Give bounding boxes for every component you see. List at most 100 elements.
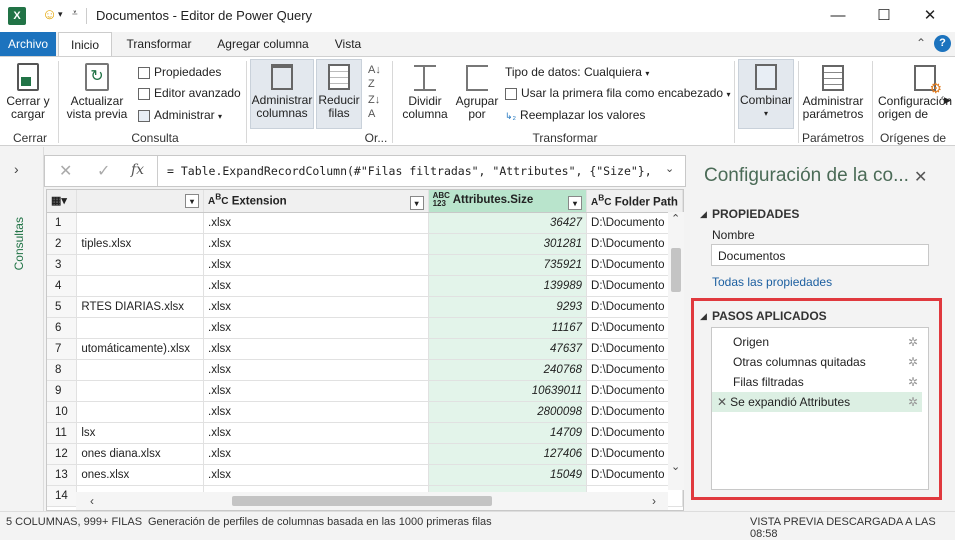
- all-properties-link[interactable]: Todas las propiedades: [712, 275, 832, 289]
- row-number[interactable]: 3: [47, 254, 78, 276]
- expand-queries-icon[interactable]: ›: [14, 161, 19, 177]
- vertical-scrollbar[interactable]: ⌃ ⌄: [668, 212, 684, 490]
- sort-desc-icon[interactable]: Z↓ A: [368, 93, 380, 121]
- cell-name[interactable]: [76, 275, 205, 297]
- status-profiling[interactable]: Generación de perfiles de columnas basad…: [148, 516, 492, 528]
- cell-extension[interactable]: .xlsx: [203, 359, 429, 381]
- cell-attributes-size[interactable]: 9293: [428, 296, 588, 318]
- table-row[interactable]: 5 RTES DIARIAS.xlsx .xlsx 9293 D:\Documento: [47, 296, 683, 318]
- cell-extension[interactable]: .xlsx: [203, 233, 429, 255]
- refresh-preview-button[interactable]: ↻ Actualizar vista previa: [62, 61, 132, 127]
- commit-formula-icon[interactable]: ✓: [97, 161, 110, 181]
- column-header-name[interactable]: ▾: [76, 190, 205, 213]
- column-header-attributes-size[interactable]: ABC 123 Attributes.Size ▾: [428, 190, 588, 213]
- cell-name[interactable]: [76, 401, 205, 423]
- column-header-folder-path[interactable]: ABC Folder Path: [586, 190, 683, 213]
- data-type-dropdown[interactable]: Tipo de datos: Cualquiera ▾: [505, 65, 649, 81]
- cell-extension[interactable]: .xlsx: [203, 317, 429, 339]
- cell-attributes-size[interactable]: 36427: [428, 212, 588, 234]
- row-number[interactable]: 8: [47, 359, 78, 381]
- close-window-button[interactable]: ✕: [907, 0, 953, 32]
- table-row[interactable]: 4 .xlsx 139989 D:\Documento: [47, 275, 683, 297]
- manage-columns-button[interactable]: Administrar columnas: [250, 59, 314, 129]
- cancel-formula-icon[interactable]: ✕: [59, 161, 72, 181]
- cell-extension[interactable]: .xlsx: [203, 212, 429, 234]
- reduce-rows-button[interactable]: Reducir filas: [316, 59, 362, 129]
- cell-name[interactable]: [76, 380, 205, 402]
- filter-dropdown-icon[interactable]: ▾: [568, 195, 583, 210]
- ribbon-scroll-right-icon[interactable]: ▶: [944, 95, 951, 106]
- row-number[interactable]: 7: [47, 338, 78, 360]
- cell-attributes-size[interactable]: 47637: [428, 338, 588, 360]
- cell-extension[interactable]: .xlsx: [203, 443, 429, 465]
- filter-dropdown-icon[interactable]: ▾: [409, 195, 424, 210]
- cell-name[interactable]: lsx: [76, 422, 205, 444]
- vertical-scroll-thumb[interactable]: [671, 248, 681, 292]
- sort-asc-icon[interactable]: A↓ Z: [368, 63, 381, 91]
- table-row[interactable]: 10 .xlsx 2800098 D:\Documento: [47, 401, 683, 423]
- table-row[interactable]: 3 .xlsx 735921 D:\Documento: [47, 254, 683, 276]
- combine-button[interactable]: Combinar ▾: [738, 59, 794, 129]
- tab-vista[interactable]: Vista: [326, 32, 370, 56]
- tab-inicio[interactable]: Inicio: [58, 32, 112, 57]
- scroll-right-icon[interactable]: ›: [652, 494, 656, 508]
- row-number[interactable]: 9: [47, 380, 78, 402]
- horizontal-scroll-thumb[interactable]: [232, 496, 492, 506]
- applied-step[interactable]: Otras columnas quitadas ✲: [712, 352, 922, 372]
- close-pane-icon[interactable]: ✕: [914, 167, 927, 187]
- gear-icon[interactable]: ✲: [908, 352, 918, 372]
- column-header-extension[interactable]: ABC Extension ▾: [203, 190, 429, 213]
- row-number[interactable]: 2: [47, 233, 78, 255]
- cell-attributes-size[interactable]: 10639011: [428, 380, 588, 402]
- first-row-header-button[interactable]: Usar la primera fila como encabezado ▾: [505, 86, 730, 102]
- scroll-up-icon[interactable]: ⌃: [671, 212, 680, 225]
- table-row[interactable]: 13 ones.xlsx .xlsx 15049 D:\Documento: [47, 464, 683, 486]
- cell-attributes-size[interactable]: 240768: [428, 359, 588, 381]
- cell-extension[interactable]: .xlsx: [203, 401, 429, 423]
- table-row[interactable]: 2 tiples.xlsx .xlsx 301281 D:\Documento: [47, 233, 683, 255]
- row-number[interactable]: 11: [47, 422, 78, 444]
- fx-icon[interactable]: fx: [131, 162, 144, 178]
- scroll-left-icon[interactable]: ‹: [90, 494, 94, 508]
- text-type-icon[interactable]: ABC: [208, 192, 228, 207]
- row-number[interactable]: 13: [47, 464, 78, 486]
- table-row[interactable]: 8 .xlsx 240768 D:\Documento: [47, 359, 683, 381]
- cell-name[interactable]: ones diana.xlsx: [76, 443, 205, 465]
- applied-step[interactable]: Filas filtradas ✲: [712, 372, 922, 392]
- table-row[interactable]: 12 ones diana.xlsx .xlsx 127406 D:\Documento: [47, 443, 683, 465]
- help-icon[interactable]: ?: [934, 35, 951, 52]
- cell-attributes-size[interactable]: 15049: [428, 464, 588, 486]
- replace-values-button[interactable]: ↳₂ Reemplazar los valores: [505, 108, 645, 123]
- text-type-icon[interactable]: ABC: [591, 193, 611, 208]
- formula-text[interactable]: = Table.ExpandRecordColumn(#"Filas filtr…: [167, 164, 652, 178]
- cell-name[interactable]: [76, 212, 205, 234]
- cell-name[interactable]: RTES DIARIAS.xlsx: [76, 296, 205, 318]
- scroll-down-icon[interactable]: ⌄: [671, 460, 680, 473]
- applied-steps-collapse-icon[interactable]: ◢: [700, 311, 707, 322]
- cell-attributes-size[interactable]: 127406: [428, 443, 588, 465]
- smiley-dropdown-icon[interactable]: ▾: [58, 9, 63, 20]
- table-row[interactable]: 7 utomáticamente).xlsx .xlsx 47637 D:\Docume…: [47, 338, 683, 360]
- table-row[interactable]: 6 .xlsx 11167 D:\Documento: [47, 317, 683, 339]
- maximize-button[interactable]: ☐: [861, 0, 907, 32]
- gear-icon[interactable]: ✲: [908, 392, 918, 412]
- row-number[interactable]: 5: [47, 296, 78, 318]
- cell-name[interactable]: [76, 317, 205, 339]
- smiley-feedback-icon[interactable]: ☺: [42, 6, 57, 23]
- collapse-ribbon-icon[interactable]: ⌃: [916, 36, 926, 50]
- queries-label[interactable]: Consultas: [12, 217, 26, 270]
- gear-icon[interactable]: ✲: [908, 332, 918, 352]
- cell-name[interactable]: utomáticamente).xlsx: [76, 338, 205, 360]
- properties-button[interactable]: Propiedades: [138, 65, 221, 79]
- manage-parameters-button[interactable]: Administrar parámetros: [800, 61, 866, 127]
- tab-transformar[interactable]: Transformar: [118, 32, 200, 56]
- applied-step-selected[interactable]: ✕ Se expandió Attributes ✲: [712, 392, 922, 412]
- row-number[interactable]: 4: [47, 275, 78, 297]
- split-column-button[interactable]: Dividir columna: [400, 61, 450, 127]
- row-number[interactable]: 1: [47, 212, 78, 234]
- gear-icon[interactable]: ✲: [908, 372, 918, 392]
- row-number[interactable]: 12: [47, 443, 78, 465]
- any-type-icon[interactable]: ABC 123: [433, 191, 450, 208]
- cell-attributes-size[interactable]: 11167: [428, 317, 588, 339]
- quick-access-dropdown-icon[interactable]: ⩡: [72, 8, 78, 19]
